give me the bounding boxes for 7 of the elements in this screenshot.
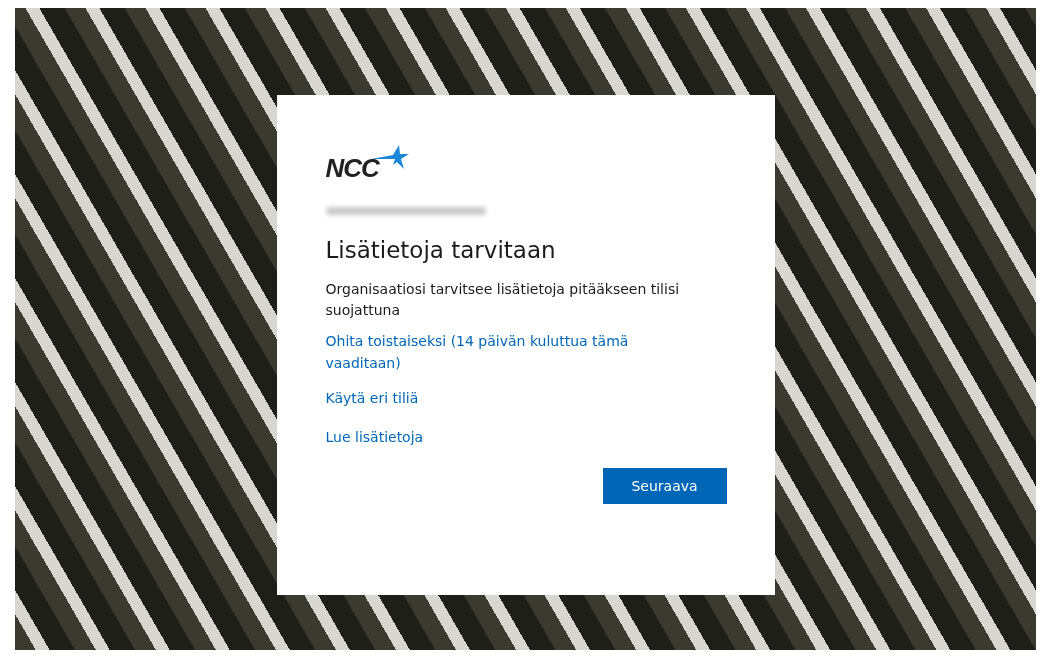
company-logo-text: NCC (325, 155, 379, 181)
next-button[interactable]: Seuraava (602, 468, 727, 504)
text-link[interactable]: Lue lisätietoja (325, 426, 424, 448)
description-text: Organisaatiosi tarvitsee lisätietoja pitääkseen tilisi suojattuna (325, 280, 681, 320)
page-title: Lisätietoja tarvitaan (325, 236, 557, 265)
text-link[interactable]: Ohita toistaiseksi (14 päivän kuluttua tämä vaaditaan) (325, 330, 666, 374)
text-link[interactable]: Käytä eri tiliä (325, 387, 419, 409)
